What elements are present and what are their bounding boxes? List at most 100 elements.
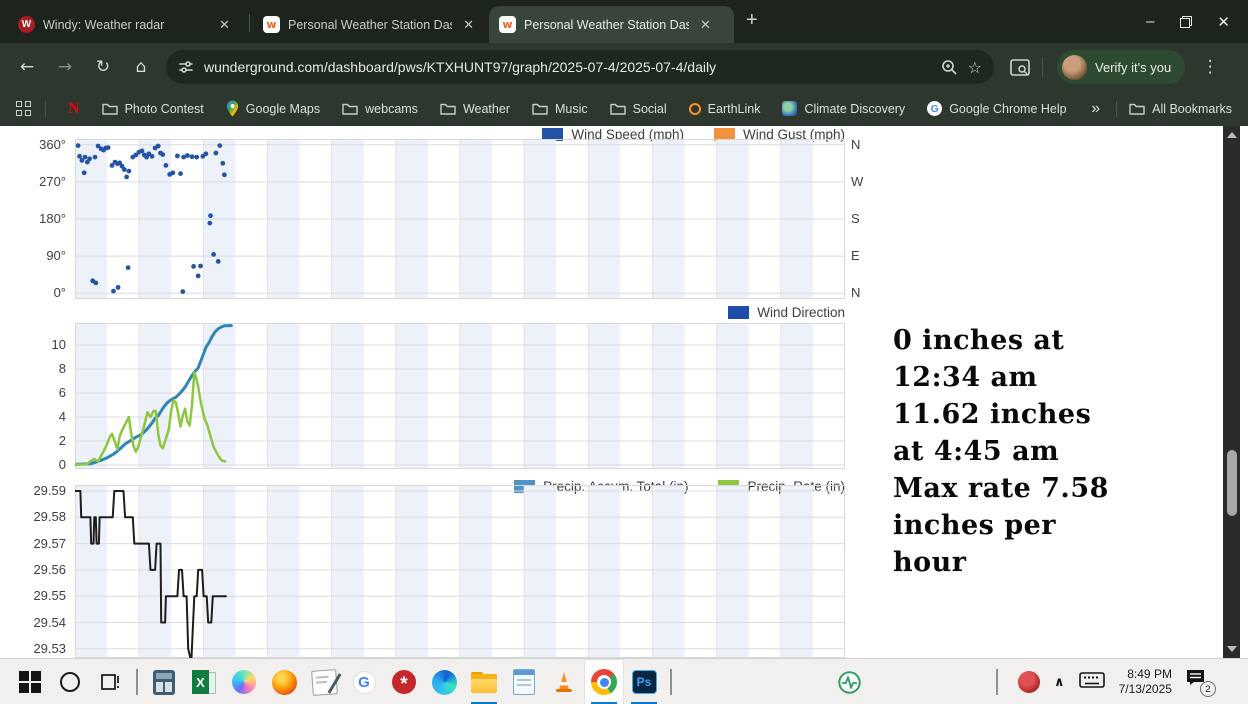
- taskbar-copilot-icon[interactable]: [224, 659, 264, 704]
- y-axis-tick: 29.57: [0, 536, 66, 552]
- legend-item[interactable]: Wind Direction: [728, 305, 845, 320]
- page-content: Wind Speed (mph)Wind Gust (mph) 0°90°180…: [0, 126, 1248, 658]
- legend-label: Wind Direction: [757, 305, 845, 320]
- taskbar-firefox-icon[interactable]: [264, 659, 304, 704]
- bookmark-item-google-maps[interactable]: Google Maps: [226, 100, 320, 117]
- close-icon[interactable]: ✕: [697, 17, 714, 33]
- taskbar-clock[interactable]: 8:49 PM 7/13/2025: [1119, 667, 1172, 697]
- menu-dots-icon[interactable]: ⋮: [1191, 57, 1229, 77]
- bookmarks-divider: [1116, 101, 1117, 117]
- verify-label: Verify it's you: [1095, 60, 1171, 75]
- new-tab-button[interactable]: +: [746, 10, 758, 30]
- y-axis-tick: 90°: [0, 248, 66, 264]
- tab-pws-2-active[interactable]: w Personal Weather Station Dashboa ✕: [489, 6, 734, 43]
- bookmark-item-social[interactable]: Social: [610, 102, 667, 116]
- toolbar-divider: [1042, 57, 1043, 77]
- restore-button[interactable]: [1180, 16, 1191, 27]
- right-axis-tick: E: [851, 248, 877, 264]
- site-settings-icon[interactable]: [178, 59, 194, 75]
- right-axis-tick: W: [851, 174, 877, 190]
- tray-chevron-up-icon[interactable]: ∧: [1054, 675, 1065, 690]
- touch-keyboard-icon[interactable]: [1079, 671, 1105, 694]
- notification-center-icon[interactable]: 2: [1186, 669, 1216, 695]
- taskbar-notepad-icon[interactable]: [504, 659, 544, 704]
- taskbar-file-explorer-icon[interactable]: [464, 659, 504, 704]
- taskbar-tray: ∧ 8:49 PM 7/13/2025 2: [990, 659, 1216, 704]
- tab-strip: W Windy: Weather radar ✕ w Personal Weat…: [0, 0, 1248, 43]
- clock-date: 7/13/2025: [1119, 682, 1172, 697]
- address-bar[interactable]: wunderground.com/dashboard/pws/KTXHUNT97…: [166, 50, 994, 84]
- taskbar-photoshop-icon[interactable]: Ps: [624, 659, 664, 704]
- bookmark-item-webcams[interactable]: webcams: [342, 102, 418, 116]
- pressure-chart: 29.5929.5829.5729.5629.5529.5429.53: [0, 485, 885, 658]
- legend-swatch: [728, 306, 749, 319]
- bookmark-item-music[interactable]: Music: [532, 102, 588, 116]
- scrollbar-thumb[interactable]: [1227, 450, 1237, 516]
- y-axis-tick: 4: [0, 409, 66, 425]
- url-text[interactable]: wunderground.com/dashboard/pws/KTXHUNT97…: [204, 59, 931, 75]
- close-icon[interactable]: ✕: [460, 17, 477, 33]
- bookmark-item-climate-discovery[interactable]: Climate Discovery: [782, 101, 905, 116]
- screen: { "browser": { "tabs": [ {"title": "Wind…: [0, 0, 1248, 704]
- y-axis-tick: 29.55: [0, 588, 66, 604]
- close-icon[interactable]: ✕: [216, 17, 233, 33]
- taskbar-vlc-icon[interactable]: [544, 659, 584, 704]
- y-axis-tick: 10: [0, 337, 66, 353]
- tab-pws-1[interactable]: w Personal Weather Station Dashboa ✕: [253, 6, 487, 43]
- verify-profile-button[interactable]: Verify it's you: [1057, 50, 1185, 84]
- bookmark-item-weather[interactable]: Weather: [440, 102, 510, 116]
- taskbar-excel-icon[interactable]: X: [184, 659, 224, 704]
- bookmarks-bar: N Photo Contest Google Maps webcams Weather M…: [0, 91, 1248, 126]
- forward-icon[interactable]: →: [46, 57, 84, 77]
- folder-icon: [532, 102, 548, 115]
- annotation-line: 11.62 inches: [893, 396, 1223, 433]
- tray-red-icon[interactable]: [1018, 671, 1040, 693]
- page-scrollbar[interactable]: [1223, 126, 1240, 658]
- taskbar-money-icon[interactable]: *: [384, 659, 424, 704]
- minimize-button[interactable]: –: [1146, 13, 1154, 30]
- taskbar-task-view-icon[interactable]: [90, 659, 130, 704]
- bookmark-item-earthlink[interactable]: EarthLink: [689, 102, 761, 116]
- taskbar-journal-icon[interactable]: [304, 659, 344, 704]
- precipitation-chart: 0246810: [0, 323, 885, 469]
- bookmark-item-photo-contest[interactable]: Photo Contest: [102, 102, 204, 116]
- right-axis-tick: N: [851, 285, 877, 301]
- y-axis-tick: 6: [0, 385, 66, 401]
- y-axis-tick: 0°: [0, 285, 66, 301]
- all-bookmarks-button[interactable]: All Bookmarks: [1129, 102, 1232, 116]
- y-axis-tick: 0: [0, 457, 66, 473]
- bookmark-label: EarthLink: [708, 102, 761, 116]
- windy-icon: W: [18, 16, 35, 33]
- taskbar-cortana-icon[interactable]: [50, 659, 90, 704]
- taskbar-calculator-icon[interactable]: [144, 659, 184, 704]
- avatar: [1062, 55, 1087, 80]
- window-close-button[interactable]: ✕: [1217, 13, 1230, 31]
- tab-windy[interactable]: W Windy: Weather radar ✕: [8, 6, 246, 43]
- taskbar-divider: [664, 659, 678, 704]
- zoom-icon[interactable]: [941, 59, 958, 76]
- taskbar-chrome-icon[interactable]: [584, 659, 624, 704]
- scroll-up-icon[interactable]: [1227, 132, 1237, 138]
- side-panel-search-icon[interactable]: [1010, 59, 1030, 76]
- annotation-line: at 4:45 am: [893, 433, 1223, 470]
- apps-grid-icon[interactable]: [16, 101, 31, 116]
- bookmark-label: Music: [555, 102, 588, 116]
- bookmark-item-netflix[interactable]: N: [68, 100, 80, 118]
- reload-icon[interactable]: ↻: [84, 57, 122, 77]
- annotation-line: inches per: [893, 507, 1223, 544]
- tray-activity-icon[interactable]: [838, 671, 861, 699]
- taskbar-edge-icon[interactable]: [424, 659, 464, 704]
- bookmarks-right: » All Bookmarks: [1091, 100, 1248, 118]
- home-icon[interactable]: ⌂: [122, 57, 160, 77]
- tab-title: Personal Weather Station Dashboa: [524, 18, 689, 32]
- bookmark-star-icon[interactable]: ☆: [968, 58, 982, 77]
- y-axis-tick: 180°: [0, 211, 66, 227]
- annotation-text: 0 inches at12:34 am11.62 inchesat 4:45 a…: [893, 322, 1223, 581]
- bookmark-item-google-chrome-help[interactable]: GGoogle Chrome Help: [927, 101, 1066, 116]
- bookmarks-overflow-chevron[interactable]: »: [1091, 100, 1100, 118]
- bookmark-label: webcams: [365, 102, 418, 116]
- taskbar-google-icon[interactable]: G: [344, 659, 384, 704]
- back-icon[interactable]: ←: [8, 57, 46, 77]
- taskbar-start-icon[interactable]: [10, 659, 50, 704]
- scroll-down-icon[interactable]: [1227, 646, 1237, 652]
